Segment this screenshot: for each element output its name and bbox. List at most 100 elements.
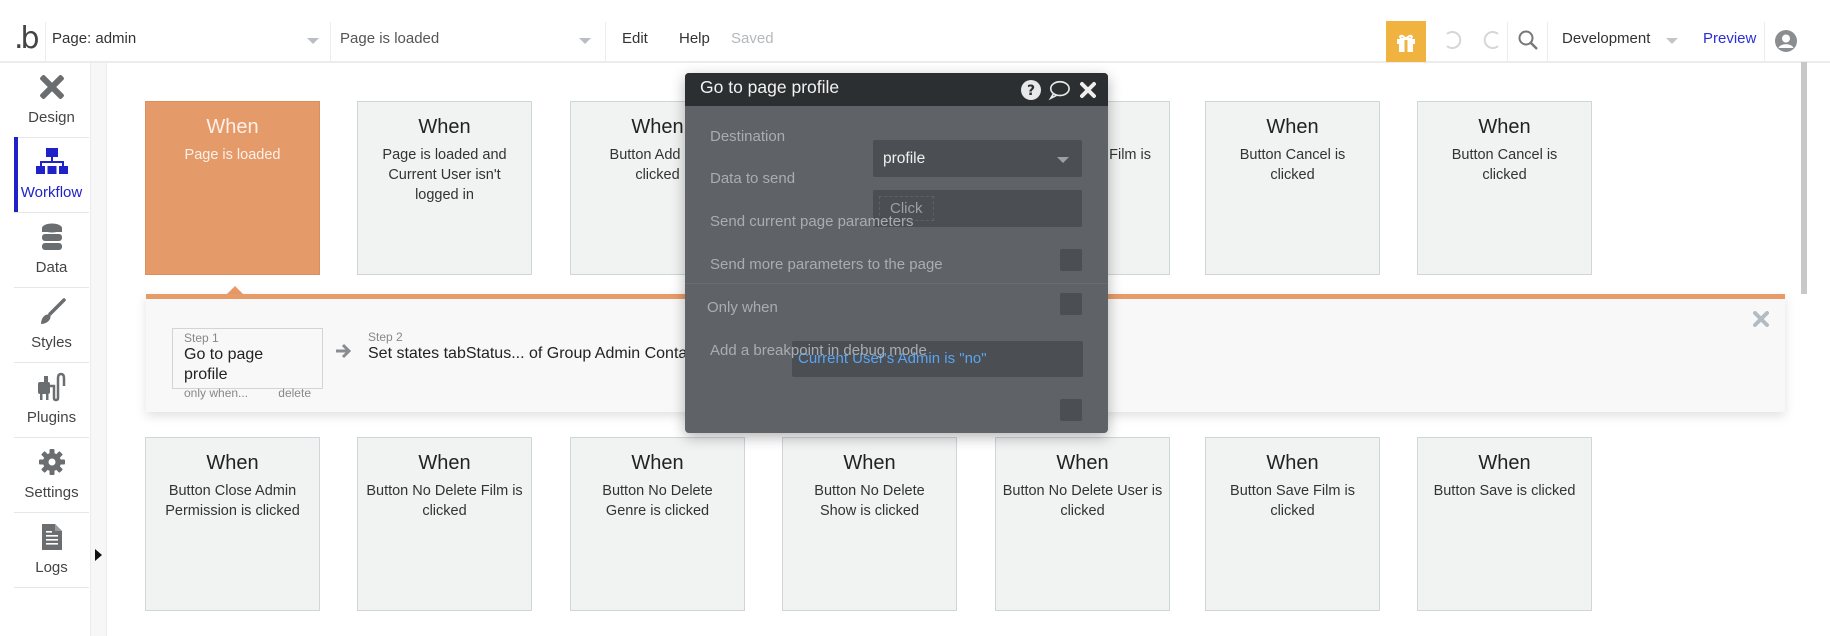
close-icon[interactable] [1753,311,1769,327]
menu-help[interactable]: Help [679,30,710,47]
divider [605,22,606,63]
destination-label: Destination [710,128,785,145]
gear-icon [36,446,68,478]
sidebar-label: Logs [35,559,68,576]
event-selector-label: Page is loaded [340,30,439,47]
when-label: When [1206,115,1379,139]
account-button[interactable] [1774,29,1798,53]
sidebar: Design Workflow Data Styles Plugins Sett… [0,63,90,636]
divider [685,283,1108,284]
workflow-card[interactable]: When Page is loaded [145,101,320,275]
workflow-card[interactable]: When Button Close Admin Permission is cl… [145,437,320,611]
plug-icon [36,371,68,403]
popup-title: Go to page profile [700,77,839,98]
gift-icon [1395,31,1417,53]
environment-selector[interactable]: Development [1555,22,1685,63]
page-selector-label: Page: admin [52,30,136,47]
help-icon[interactable]: ? [1020,79,1042,101]
menu-edit[interactable]: Edit [622,30,648,47]
database-icon [36,221,68,253]
undo-button[interactable] [1440,28,1464,52]
workflow-card[interactable]: When Button Cancel is clicked [1417,101,1592,275]
event-selector[interactable]: Page is loaded [331,22,605,63]
breakpoint-checkbox[interactable] [1060,399,1082,421]
sidebar-label: Plugins [27,409,76,426]
divider [1764,22,1765,63]
event-description: Page is loaded [152,145,313,165]
event-description: Button Cancel is clicked [1436,145,1573,185]
workflow-card[interactable]: When Page is loaded and Current User isn… [357,101,532,275]
workflow-card[interactable]: When Button Cancel is clicked [1205,101,1380,275]
top-toolbar: .b Page: admin Page is loaded Edit Help … [0,0,1830,63]
workflow-card[interactable]: When Button No Delete Film is clicked [357,437,532,611]
sidebar-item-design[interactable]: Design [14,63,89,138]
sidebar-item-data[interactable]: Data [14,213,89,288]
step-title: Set states tabStatus... of Group Admin C… [368,344,691,364]
event-description: Button Close Admin Permission is clicked [152,481,313,521]
event-description: Button No Delete Film is clicked [364,481,525,521]
step-number: Step 1 [184,331,311,345]
step-title: Go to page profile [184,345,311,385]
sidebar-item-plugins[interactable]: Plugins [14,363,89,438]
vertical-scrollbar[interactable] [1801,62,1807,294]
send-more-params-label: Send more parameters to the page [710,256,943,273]
chevron-down-icon [1057,157,1069,163]
chevron-down-icon [579,38,591,44]
comment-icon[interactable] [1048,79,1070,101]
user-avatar-icon [1774,29,1798,53]
search-button[interactable] [1516,28,1540,52]
when-label: When [1206,451,1379,475]
destination-dropdown[interactable]: profile [873,140,1082,177]
chevron-down-icon [307,38,319,44]
event-description: Button No Delete Show is clicked [803,481,936,521]
page-selector[interactable]: Page: admin [46,22,330,63]
design-tools-icon [36,71,68,103]
sidebar-label: Workflow [21,184,82,201]
expand-panel-icon[interactable] [95,549,102,561]
only-when-label: Only when [707,299,778,316]
undo-icon [1441,29,1463,51]
only-when-link[interactable]: only when... [184,385,248,401]
when-label: When [1418,115,1591,139]
arrow-right-icon [335,342,353,360]
workflow-card[interactable]: When Button Save is clicked [1417,437,1592,611]
environment-label: Development [1562,30,1650,47]
sidebar-item-workflow[interactable]: Workflow [14,138,89,213]
close-icon[interactable] [1077,79,1099,101]
destination-value: profile [883,150,925,168]
popup-header[interactable]: Go to page profile ? [685,73,1108,106]
step-number: Step 2 [368,330,691,344]
event-fragment: clicked [635,167,679,183]
brush-icon [36,296,68,328]
workflow-card[interactable]: When Button No Delete Show is clicked [782,437,957,611]
sidebar-item-logs[interactable]: Logs [14,513,89,588]
action-properties-popup: Go to page profile ? Destination profile… [685,73,1108,433]
sidebar-label: Settings [24,484,78,501]
when-label: When [358,115,531,139]
workflow-card[interactable]: When Button No Delete User is clicked [995,437,1170,611]
when-label: When [358,451,531,475]
sidebar-item-settings[interactable]: Settings [14,438,89,513]
delete-step-link[interactable]: delete [278,385,311,401]
workflow-card[interactable]: When Button No Delete Genre is clicked [570,437,745,611]
divider [1547,22,1548,63]
redo-icon [1482,29,1504,51]
send-more-params-checkbox[interactable] [1060,293,1082,315]
send-current-params-checkbox[interactable] [1060,249,1082,271]
divider [1507,22,1508,63]
redo-button[interactable] [1481,28,1505,52]
sidebar-label: Styles [31,334,72,351]
when-label: When [146,115,319,139]
step-2[interactable]: Step 2 Set states tabStatus... of Group … [368,330,691,364]
step-1[interactable]: Step 1 Go to page profile only when... d… [172,328,323,389]
chevron-down-icon [1666,38,1678,44]
send-current-params-label: Send current page parameters [710,213,913,230]
preview-link[interactable]: Preview [1703,30,1756,47]
sidebar-label: Data [36,259,68,276]
workflow-card[interactable]: When Button Save Film is clicked [1205,437,1380,611]
sidebar-item-styles[interactable]: Styles [14,288,89,363]
workflow-sitemap-icon [36,146,68,178]
gift-button[interactable] [1386,21,1426,62]
event-description: Page is loaded and Current User isn't lo… [370,145,519,205]
bubble-logo[interactable]: .b [14,24,37,54]
